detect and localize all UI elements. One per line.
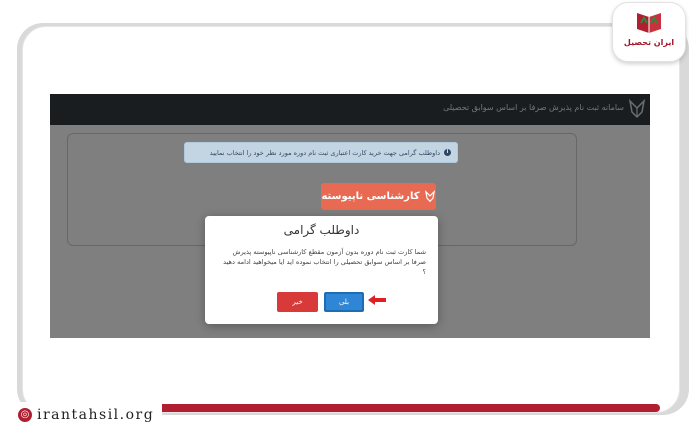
brand-logo: ایران تحصیل bbox=[612, 2, 686, 62]
website-label: ◎ irantahsil.org bbox=[14, 402, 163, 428]
dialog-message: شما کارت ثبت نام دوره بدون آزمون مقطع کا… bbox=[223, 248, 426, 276]
yes-button[interactable]: بلی bbox=[324, 292, 364, 312]
website-url: irantahsil.org bbox=[37, 407, 155, 423]
info-alert-text: داوطلب گرامی جهت خرید کارت اعتباری ثبت ن… bbox=[209, 148, 440, 157]
dialog-title: داوطلب گرامی bbox=[283, 223, 360, 237]
book-logo-icon bbox=[637, 13, 661, 33]
university-logo-icon bbox=[424, 190, 435, 203]
footer-accent-bar bbox=[150, 404, 660, 412]
brand-logo-text: ایران تحصیل bbox=[623, 38, 675, 47]
arrow-left-icon bbox=[368, 295, 386, 305]
course-select-label: کارشناسی ناپیوسته bbox=[321, 191, 420, 202]
globe-icon: ◎ bbox=[18, 408, 32, 422]
course-select-button[interactable]: کارشناسی ناپیوسته bbox=[321, 183, 436, 210]
no-button[interactable]: خیر bbox=[277, 292, 318, 312]
info-icon: i bbox=[444, 149, 451, 156]
confirm-dialog: داوطلب گرامی شما کارت ثبت نام دوره بدون … bbox=[205, 216, 438, 324]
info-alert: i داوطلب گرامی جهت خرید کارت اعتباری ثبت… bbox=[184, 142, 458, 163]
